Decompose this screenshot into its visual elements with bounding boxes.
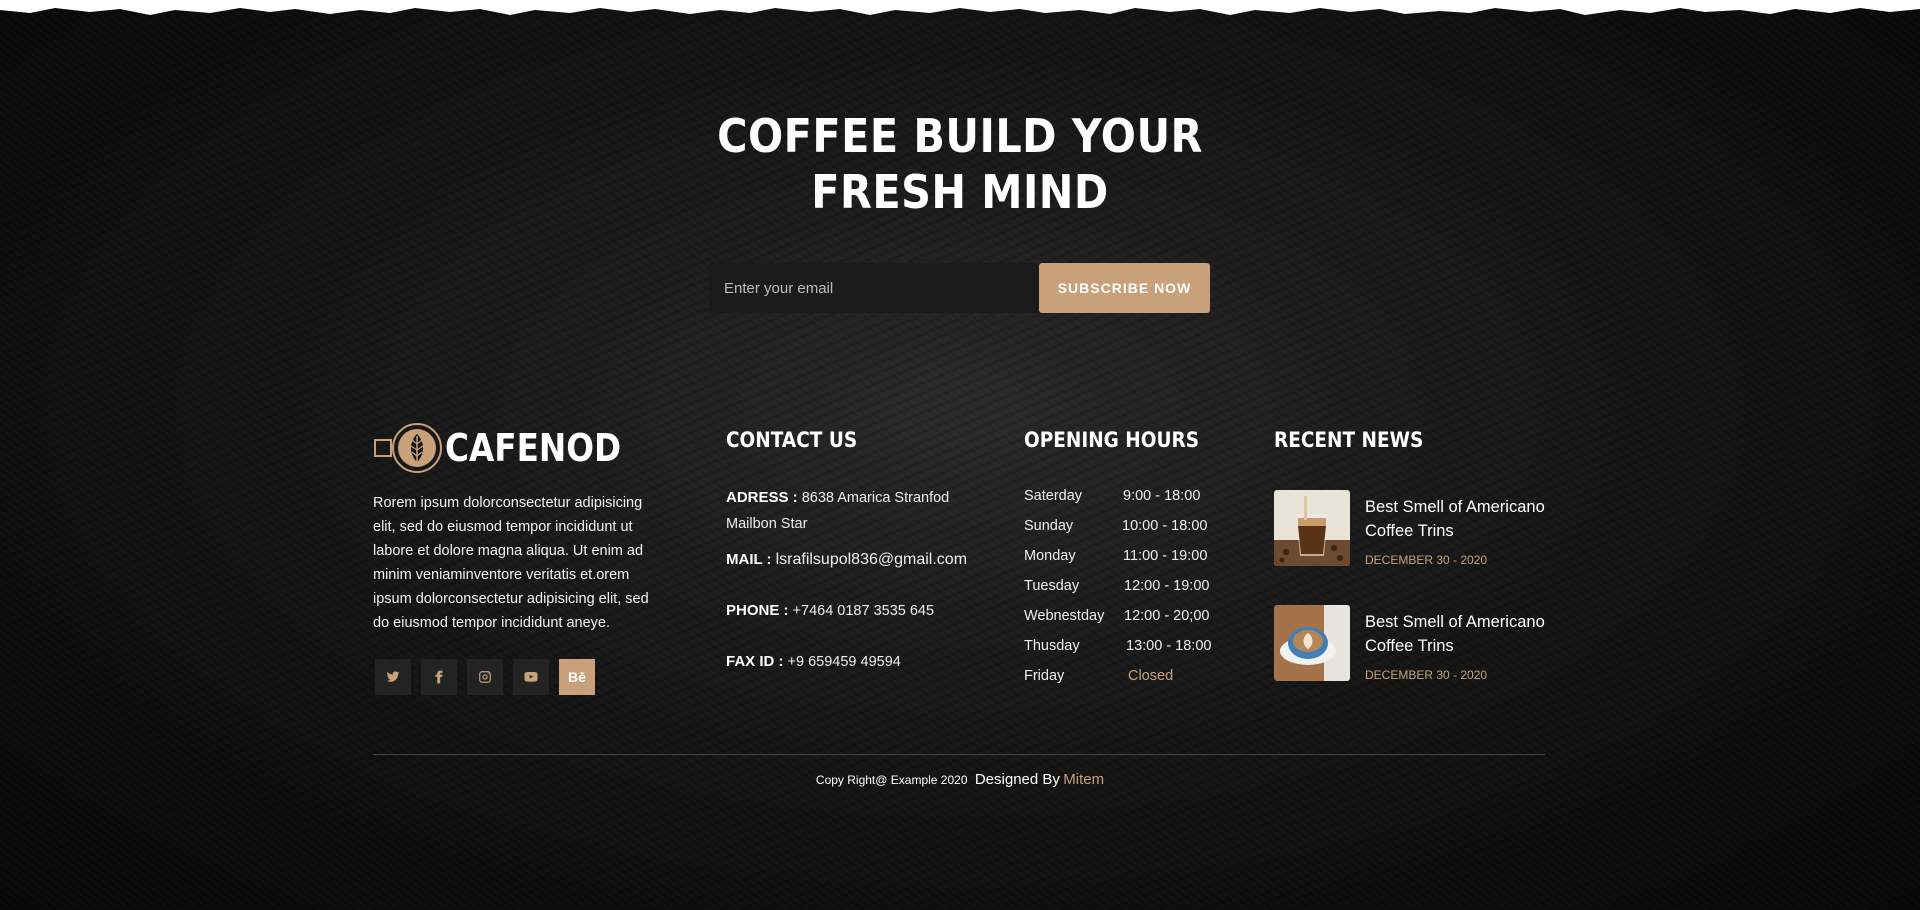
hours-title: OPENING HOURS	[1024, 428, 1200, 452]
subscribe-button[interactable]: SUBSCRIBE NOW	[1039, 263, 1210, 313]
hours-time: 10:00 - 18:00	[1122, 518, 1208, 534]
hours-day: Webnestday	[1024, 608, 1105, 624]
news-title: RECENT NEWS	[1274, 428, 1424, 452]
coffee-cup-logo-icon	[374, 423, 442, 473]
author-link[interactable]: Mitem	[1063, 771, 1104, 788]
fax-value: +9 659459 49594	[787, 654, 901, 670]
designed-by-label: Designed By	[974, 771, 1060, 788]
social-links: Bē	[375, 659, 595, 695]
phone-label: PHONE :	[726, 602, 789, 619]
hours-row: Friday Closed	[1024, 665, 1224, 695]
copyright-text: Copy Right@ Example 2020	[815, 773, 968, 787]
news-thumbnail-latte[interactable]	[1274, 605, 1350, 681]
about-text: Rorem ipsum dolorconsectetur adipisicing…	[373, 495, 649, 631]
hours-time: 12:00 - 20;00	[1124, 608, 1210, 624]
footer-divider	[373, 754, 1545, 755]
hours-row: Thusday 13:00 - 18:00	[1024, 635, 1224, 665]
news-headline[interactable]: Best Smell of Americano Coffee Trins	[1365, 495, 1565, 543]
hours-day: Tuesday	[1024, 578, 1080, 594]
phone-value[interactable]: +7464 0187 3535 645	[793, 603, 935, 619]
mail-value[interactable]: lsrafilsupol836@gmail.com	[776, 551, 967, 568]
hours-row: Tuesday 12:00 - 19:00	[1024, 575, 1224, 605]
contact-title: CONTACT US	[726, 428, 858, 452]
news-date: DECEMBER 30 - 2020	[1365, 668, 1488, 682]
hours-day: Thusday	[1024, 638, 1080, 654]
behance-icon[interactable]: Bē	[559, 659, 595, 695]
news-thumbnail-iced-coffee[interactable]	[1274, 490, 1350, 566]
email-input[interactable]	[709, 263, 1039, 313]
facebook-icon[interactable]	[421, 659, 457, 695]
address-label: ADRESS :	[726, 489, 798, 506]
copyright-bar: Copy Right@ Example 2020 Designed By Mit…	[0, 771, 1920, 788]
hours-time: 11:00 - 19:00	[1123, 548, 1208, 564]
hours-row: Sunday 10:00 - 18:00	[1024, 515, 1224, 545]
hours-day: Friday	[1024, 668, 1065, 684]
hours-day: Saterday	[1024, 488, 1083, 504]
instagram-icon[interactable]	[467, 659, 503, 695]
contact-info: ADRESS : 8638 Amarica Stranfod Mailbon S…	[726, 485, 986, 675]
torn-paper-edge	[0, 0, 1920, 15]
twitter-icon[interactable]	[375, 659, 411, 695]
brand-logo[interactable]: CAFENOD	[373, 422, 650, 474]
fax-label: FAX ID :	[726, 653, 784, 670]
mail-label: MAIL :	[726, 551, 772, 568]
hours-time: 9:00 - 18:00	[1123, 488, 1201, 504]
hours-closed: Closed	[1128, 668, 1174, 684]
hours-row: Saterday 9:00 - 18:00	[1024, 485, 1224, 515]
news-headline[interactable]: Best Smell of Americano Coffee Trins	[1365, 610, 1565, 658]
hours-row: Webnestday 12:00 - 20;00	[1024, 605, 1224, 635]
brand-name: CAFENOD	[445, 426, 622, 470]
youtube-icon[interactable]	[513, 659, 549, 695]
subscribe-headline: COFFEE BUILD YOUR FRESH MIND	[690, 108, 1230, 220]
headline-line-2: FRESH MIND	[811, 165, 1109, 219]
hours-day: Monday	[1024, 548, 1076, 564]
hours-time: 13:00 - 18:00	[1126, 638, 1212, 654]
hours-day: Sunday	[1024, 518, 1074, 534]
news-date: DECEMBER 30 - 2020	[1365, 553, 1488, 567]
headline-line-1: COFFEE BUILD YOUR	[717, 109, 1203, 163]
opening-hours-list: Saterday 9:00 - 18:00 Sunday 10:00 - 18:…	[1024, 485, 1224, 695]
hours-time: 12:00 - 19:00	[1124, 578, 1210, 594]
hours-row: Monday 11:00 - 19:00	[1024, 545, 1224, 575]
